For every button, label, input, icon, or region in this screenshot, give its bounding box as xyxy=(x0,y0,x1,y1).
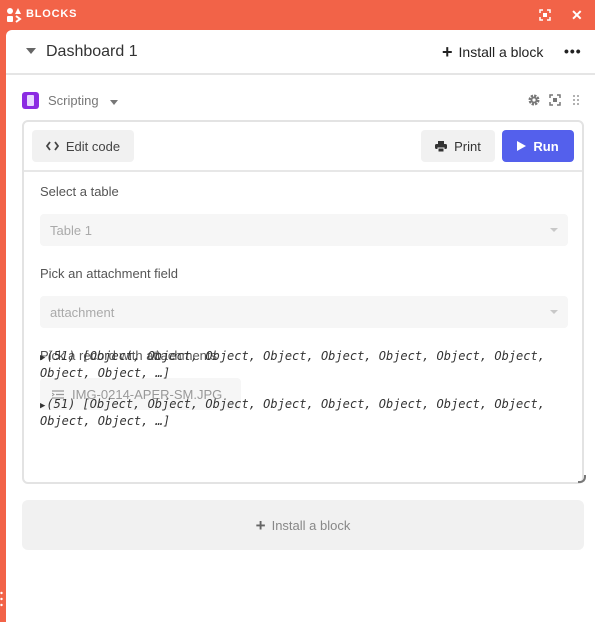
install-block-placeholder-button[interactable]: + Install a block xyxy=(22,500,584,550)
console-log-text: (51) [Object, Object, Object, Object, Ob… xyxy=(40,397,545,428)
dashboard-title[interactable]: Dashboard 1 xyxy=(46,43,138,61)
chevron-down-icon xyxy=(550,310,558,314)
scripting-block-icon xyxy=(22,92,39,109)
block-menu-caret-icon[interactable] xyxy=(110,100,118,105)
edit-code-label: Edit code xyxy=(65,138,121,154)
expand-triangle-icon[interactable]: ▶ xyxy=(40,353,45,363)
block-name[interactable]: Scripting xyxy=(48,93,99,108)
plus-icon: + xyxy=(255,515,266,535)
blocks-logo-icon xyxy=(7,8,22,23)
more-options-icon[interactable]: ••• xyxy=(564,43,582,59)
install-block-placeholder-label: Install a block xyxy=(271,517,351,533)
plus-icon: + xyxy=(442,42,453,62)
console-log-entry[interactable]: ▶(51) [Object, Object, Object, Object, O… xyxy=(40,397,570,429)
printer-icon xyxy=(435,140,448,152)
run-label: Run xyxy=(533,138,559,154)
edit-code-button[interactable]: Edit code xyxy=(32,130,134,162)
table-select-value: Table 1 xyxy=(50,223,92,238)
console-log-entry[interactable]: ▶(51) [Object, Object, Object, Object, O… xyxy=(40,349,570,381)
dashboard-header: Dashboard 1 + Install a block ••• xyxy=(6,30,595,75)
fullscreen-icon[interactable] xyxy=(539,9,551,21)
install-block-label: Install a block xyxy=(458,44,544,60)
select-table-field: Select a table Table 1 xyxy=(40,184,568,246)
play-icon xyxy=(517,141,527,151)
block-header: Scripting xyxy=(22,91,587,111)
table-select[interactable]: Table 1 xyxy=(40,214,568,246)
script-toolbar: Edit code Print Run xyxy=(24,122,582,172)
select-table-label: Select a table xyxy=(40,184,119,199)
print-label: Print xyxy=(454,138,481,154)
sidebar-resize-grip-icon[interactable] xyxy=(0,590,4,612)
fullscreen-icon[interactable] xyxy=(549,94,561,106)
attachment-field-field: Pick an attachment field attachment xyxy=(40,266,568,328)
install-block-button[interactable]: + Install a block xyxy=(442,42,544,62)
expand-triangle-icon[interactable]: ▶ xyxy=(40,401,45,411)
code-icon xyxy=(45,141,59,151)
app-title: BLOCKS xyxy=(26,8,78,20)
attachment-field-label: Pick an attachment field xyxy=(40,266,179,281)
attachment-field-value: attachment xyxy=(50,305,115,320)
run-button[interactable]: Run xyxy=(502,130,574,162)
attachment-field-select[interactable]: attachment xyxy=(40,296,568,328)
console-output: ▶(51) [Object, Object, Object, Object, O… xyxy=(40,349,570,429)
console-log-text: (51) [Object, Object, Object, Object, Ob… xyxy=(40,349,545,380)
drag-handle-icon[interactable] xyxy=(572,94,580,106)
close-icon[interactable]: ✕ xyxy=(571,8,583,22)
chevron-down-icon xyxy=(550,228,558,232)
print-button[interactable]: Print xyxy=(421,130,495,162)
scripting-block-card: Edit code Print Run Select a table Table… xyxy=(22,120,584,484)
collapse-dashboard-caret-icon[interactable] xyxy=(26,48,36,54)
gear-icon[interactable] xyxy=(527,93,541,107)
blocks-titlebar: BLOCKS ✕ xyxy=(0,0,595,30)
block-resize-handle[interactable] xyxy=(578,475,586,483)
dashboard-panel: Dashboard 1 + Install a block ••• Script… xyxy=(6,30,595,622)
